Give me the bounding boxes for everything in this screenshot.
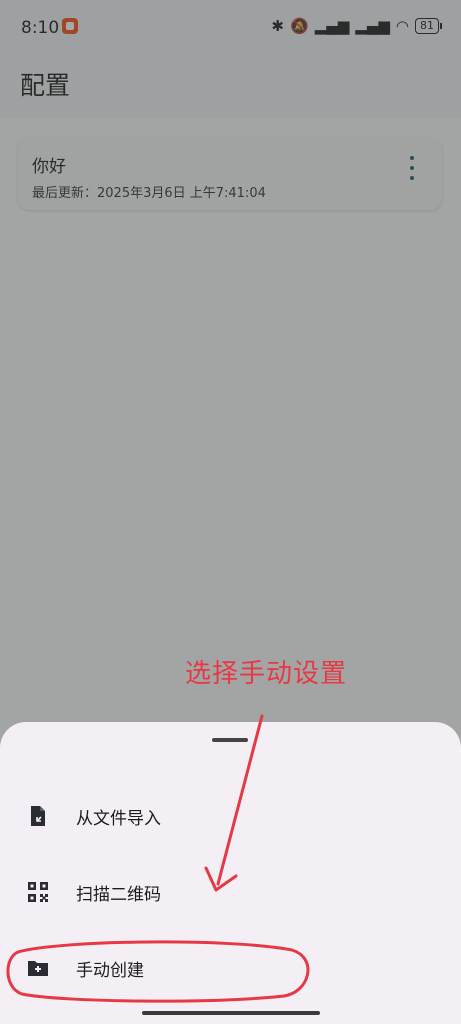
file-import-icon [31,806,45,826]
drag-handle[interactable] [212,738,248,742]
menu-item-label: 扫描二维码 [76,884,161,905]
menu-item-label: 手动创建 [76,960,144,981]
menu-item-scan-qr[interactable]: 扫描二维码 [0,864,461,920]
menu-item-label: 从文件导入 [76,808,161,829]
menu-item-manual-create[interactable]: 手动创建 [0,940,461,996]
home-indicator[interactable] [142,1011,320,1015]
annotation-label: 选择手动设置 [185,659,348,689]
folder-add-icon [28,961,48,976]
menu-item-import-file[interactable]: 从文件导入 [0,788,461,844]
bottom-sheet: 从文件导入 扫描二维码 手动创建 [0,722,461,1024]
qr-code-icon [28,882,48,902]
